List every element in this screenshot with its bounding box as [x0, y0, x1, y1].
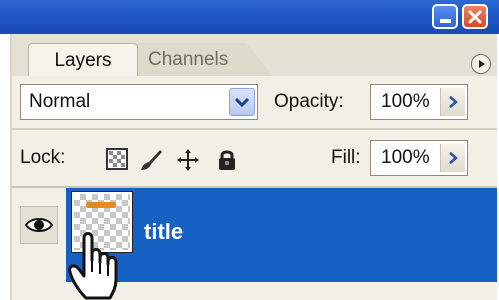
chevron-right-icon	[449, 96, 458, 108]
eye-icon	[25, 218, 53, 232]
divider	[12, 128, 497, 130]
thumbnail-text-preview	[86, 202, 116, 208]
hand-cursor-icon	[68, 232, 118, 300]
minimize-icon	[440, 19, 451, 23]
fill-slider-button[interactable]	[440, 144, 465, 172]
layers-panel-window: Layers Channels Normal Opacity: 100% Loc…	[0, 0, 499, 300]
blend-mode-select[interactable]: Normal	[20, 84, 258, 120]
panel-menu-button[interactable]	[471, 54, 491, 74]
close-icon	[468, 10, 482, 24]
lock-image-pixels-icon[interactable]	[138, 148, 164, 172]
tab-channels[interactable]: Channels	[138, 43, 273, 76]
blend-mode-dropdown-button[interactable]	[229, 88, 255, 116]
opacity-value: 100%	[381, 91, 430, 112]
minimize-button[interactable]	[432, 4, 458, 29]
lock-position-icon[interactable]	[176, 148, 200, 172]
opacity-slider-button[interactable]	[440, 88, 465, 116]
panel-menu-icon	[479, 60, 485, 68]
chevron-down-icon	[235, 97, 249, 107]
layer-name[interactable]: title	[144, 212, 183, 252]
lock-all-icon[interactable]	[217, 148, 237, 172]
lock-transparent-pixels-icon[interactable]	[106, 148, 128, 170]
tab-strip: Layers Channels	[12, 34, 497, 76]
chevron-right-icon	[449, 152, 458, 164]
opacity-label: Opacity:	[274, 91, 344, 112]
layer-item-selected[interactable]: title	[66, 188, 497, 282]
tab-layers[interactable]: Layers	[28, 43, 138, 76]
close-button[interactable]	[462, 4, 488, 29]
fill-label: Fill:	[331, 147, 361, 168]
fill-field[interactable]: 100%	[370, 140, 468, 176]
window-titlebar	[0, 0, 499, 34]
lock-label: Lock:	[20, 147, 66, 168]
opacity-field[interactable]: 100%	[370, 84, 468, 120]
layer-visibility-toggle[interactable]	[20, 206, 58, 244]
fill-value: 100%	[381, 147, 430, 168]
blend-mode-value: Normal	[29, 91, 91, 112]
